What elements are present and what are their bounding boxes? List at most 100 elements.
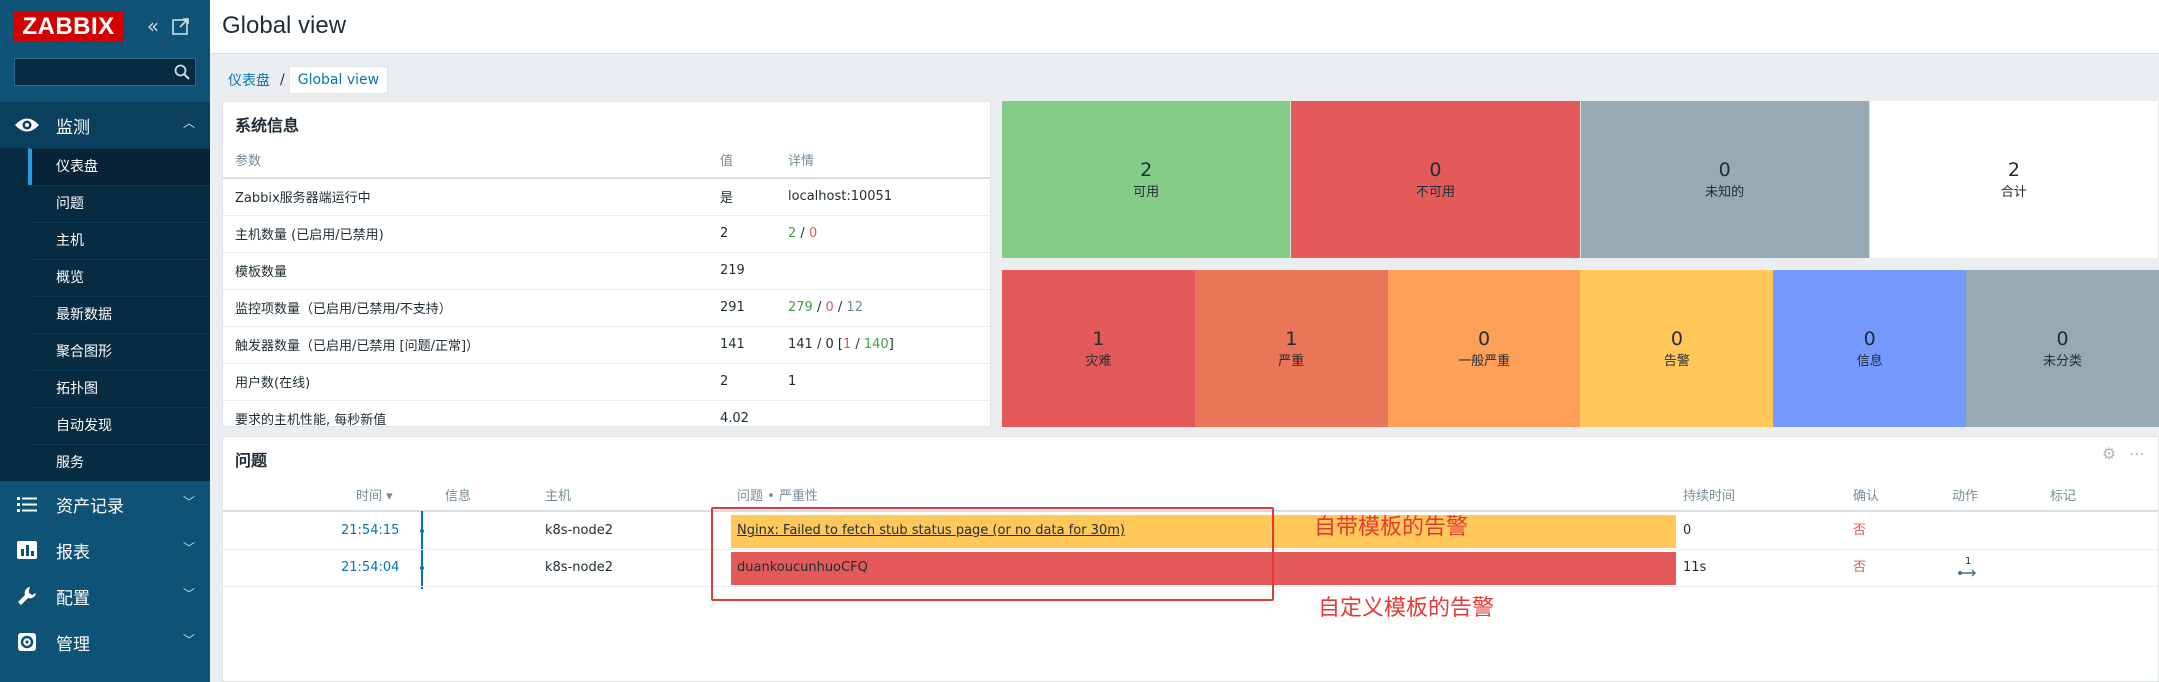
table-row: 主机数量 (已启用/已禁用) 2 2 / 0	[223, 215, 990, 253]
severity-count: 0	[1670, 328, 1683, 350]
severity-count: 0	[2056, 328, 2069, 350]
availability-label: 未知的	[1705, 185, 1745, 200]
param-cell: 要求的主机性能, 每秒新值	[223, 400, 708, 426]
separator: /	[851, 337, 864, 352]
menu-monitoring[interactable]: 监测 ︿	[0, 102, 210, 148]
sidebar-item-overview[interactable]: 概览	[28, 259, 210, 296]
problem-host[interactable]: k8s-node2	[545, 513, 613, 549]
trigger-counts: 141 / 0 [	[788, 337, 843, 352]
sidebar-item-maps[interactable]: 拓扑图	[28, 370, 210, 407]
disabled-count: 0	[808, 226, 818, 241]
problem-count: 1	[842, 337, 852, 352]
column-header: 参数	[223, 142, 708, 179]
breadcrumb-parent[interactable]: 仪表盘	[222, 70, 276, 90]
disabled-count: 0	[825, 300, 834, 315]
problem-time[interactable]: 21:54:15	[341, 513, 399, 549]
chevron-down-icon: ﹀	[182, 633, 195, 647]
table-row: 触发器数量（已启用/已禁用 [问题/正常]） 141 141 / 0 [1 / …	[223, 326, 990, 364]
menu-administration[interactable]: 管理 ﹀	[0, 619, 210, 665]
availability-unknown[interactable]: 0 未知的	[1580, 101, 1870, 258]
param-cell: 触发器数量（已启用/已禁用 [问题/正常]）	[223, 326, 708, 364]
menu-configuration[interactable]: 配置 ﹀	[0, 573, 210, 619]
value-cell: 是	[708, 178, 776, 216]
severity-high[interactable]: 1 严重	[1194, 270, 1388, 427]
bracket: ]	[888, 337, 894, 352]
severity-average[interactable]: 0 一般严重	[1387, 270, 1581, 427]
chevron-down-icon: ﹀	[182, 587, 195, 601]
column-header-problem: 问题 • 严重性	[737, 489, 818, 504]
separator: /	[833, 300, 847, 315]
table-row: Zabbix服务器端运行中 是 localhost:10051	[223, 178, 990, 216]
timeline-dot	[420, 566, 424, 570]
problem-host[interactable]: k8s-node2	[545, 550, 613, 586]
problem-ack[interactable]: 否	[1853, 550, 1866, 586]
chevron-up-icon: ︿	[182, 116, 195, 130]
availability-count: 0	[1429, 159, 1442, 181]
widget-title: 系统信息	[235, 116, 300, 135]
availability-available[interactable]: 2 可用	[1002, 101, 1292, 258]
severity-information[interactable]: 0 信息	[1773, 270, 1967, 427]
search-icon[interactable]	[173, 63, 191, 81]
details-cell	[776, 252, 990, 290]
details-cell: 141 / 0 [1 / 140]	[776, 326, 990, 364]
sidebar-item-problems[interactable]: 问题	[28, 185, 210, 222]
more-icon[interactable]: ⋯	[2128, 445, 2146, 463]
param-cell: 主机数量 (已启用/已禁用)	[223, 215, 708, 253]
column-header-duration: 持续时间	[1683, 489, 1736, 504]
menu-reports[interactable]: 报表 ﹀	[0, 527, 210, 573]
availability-label: 不可用	[1415, 185, 1455, 200]
sidebar-item-services[interactable]: 服务	[28, 444, 210, 481]
value-cell: 219	[708, 252, 776, 290]
page-title: Global view	[222, 12, 347, 39]
sidebar-item-discovery[interactable]: 自动发现	[28, 407, 210, 444]
availability-label: 可用	[1133, 185, 1160, 200]
separator: /	[812, 300, 826, 315]
severity-label: 灾难	[1085, 354, 1112, 369]
sidebar-item-screens[interactable]: 聚合图形	[28, 333, 210, 370]
sidebar-item-dashboard[interactable]: 仪表盘	[28, 148, 210, 185]
availability-total[interactable]: 2 合计	[1869, 101, 2159, 258]
widget-title: 问题	[235, 451, 268, 470]
availability-label: 合计	[2000, 185, 2027, 200]
menu-inventory-label: 资产记录	[56, 496, 124, 517]
column-header-ack: 确认	[1853, 489, 1880, 504]
severity-disaster[interactable]: 1 灾难	[1002, 270, 1195, 427]
details-cell	[776, 400, 990, 426]
problems-by-severity-widget: 1 灾难 1 严重 0 一般严重 0 告警 0 信息 0 未分类	[1002, 270, 2159, 427]
severity-warning[interactable]: 0 告警	[1580, 270, 1774, 427]
collapse-sidebar-icon[interactable]: «	[142, 15, 164, 37]
action-count[interactable]: 1	[1953, 550, 1983, 586]
annotation-label: 自定义模板的告警	[1318, 596, 1495, 621]
severity-not-classified[interactable]: 0 未分类	[1966, 270, 2159, 427]
problem-duration: 11s	[1683, 560, 1707, 575]
table-row: 用户数(在线) 2 1	[223, 363, 990, 401]
menu-inventory[interactable]: 资产记录 ﹀	[0, 481, 210, 527]
system-info-table: 参数 值 详情 Zabbix服务器端运行中 是 localhost:10051 …	[223, 142, 990, 426]
chevron-down-icon: ﹀	[182, 541, 195, 555]
menu-reports-label: 报表	[56, 542, 90, 563]
gear-icon[interactable]: ⚙	[2100, 445, 2118, 463]
sidebar-item-hosts[interactable]: 主机	[28, 222, 210, 259]
table-row: 监控项数量（已启用/已禁用/不支持） 291 279 / 0 / 12	[223, 289, 990, 327]
availability-unavailable[interactable]: 0 不可用	[1291, 101, 1581, 258]
problem-duration: 0	[1683, 523, 1692, 538]
breadcrumb-current[interactable]: Global view	[288, 66, 389, 94]
bar-chart-icon	[14, 539, 40, 561]
sidebar: ZABBIX « 监测 ︿ 仪表盘 问题 主机 概览 最新数据 聚合图形 拓扑图…	[0, 0, 210, 682]
menu-configuration-label: 配置	[56, 588, 90, 609]
eye-icon	[14, 114, 40, 136]
sidebar-search-input[interactable]	[14, 58, 196, 86]
kiosk-mode-icon[interactable]	[170, 15, 192, 37]
host-availability-widget: 2 可用 0 不可用 0 未知的 2 合计	[1002, 101, 2159, 258]
sidebar-item-latest-data[interactable]: 最新数据	[28, 296, 210, 333]
monitoring-submenu: 仪表盘 问题 主机 概览 最新数据 聚合图形 拓扑图 自动发现 服务	[0, 148, 210, 481]
zabbix-logo[interactable]: ZABBIX	[14, 12, 123, 42]
details-cell: localhost:10051	[776, 178, 990, 216]
column-header: 值	[708, 142, 776, 179]
problem-ack[interactable]: 否	[1853, 513, 1866, 549]
menu-monitoring-label: 监测	[56, 117, 90, 138]
timeline-dot	[420, 529, 424, 533]
severity-label: 信息	[1856, 354, 1883, 369]
problem-time[interactable]: 21:54:04	[341, 550, 399, 586]
column-header-time[interactable]: 时间 ▾	[356, 485, 393, 504]
